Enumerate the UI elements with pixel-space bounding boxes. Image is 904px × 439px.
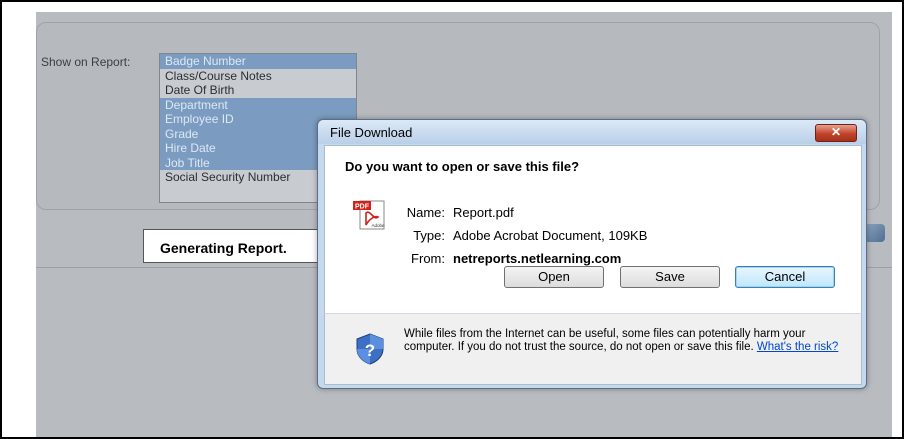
save-button[interactable]: Save [620,266,720,288]
name-key: Name: [406,205,445,220]
type-key: Type: [413,228,445,243]
warning-text: While files from the Internet can be use… [404,328,806,353]
svg-text:?: ? [365,341,375,360]
dialog-question: Do you want to open or save this file? [345,159,580,174]
security-shield-icon: ? [356,333,384,365]
close-button[interactable]: ✕ [815,124,857,142]
file-type: Adobe Acrobat Document, 109KB [453,228,648,243]
listbox-item[interactable]: Badge Number [160,54,356,69]
show-on-report-label: Show on Report: [41,55,131,69]
dialog-body: Do you want to open or save this file? P… [324,145,862,314]
dialog-title: File Download [330,125,413,140]
file-source: netreports.netlearning.com [453,251,622,266]
dialog-titlebar[interactable]: File Download ✕ [318,120,866,144]
generating-report-status: Generating Report. [143,229,343,263]
open-button[interactable]: Open [504,266,604,288]
whats-the-risk-link[interactable]: What's the risk? [757,341,838,353]
listbox-item[interactable]: Department [160,97,356,112]
cancel-button[interactable]: Cancel [735,266,835,288]
listbox-item[interactable]: Class/Course Notes [160,69,356,84]
file-name: Report.pdf [453,205,514,220]
pdf-badge-text: PDF [355,204,370,211]
warning-message: While files from the Internet can be use… [404,328,844,354]
from-key: From: [411,251,445,266]
security-warning: ? While files from the Internet can be u… [324,313,862,385]
file-download-dialog: File Download ✕ Do you want to open or s… [317,119,867,389]
listbox-item[interactable]: Date Of Birth [160,83,356,98]
screenshot-frame: Show on Report: Badge Number Class/Course… [0,0,904,439]
